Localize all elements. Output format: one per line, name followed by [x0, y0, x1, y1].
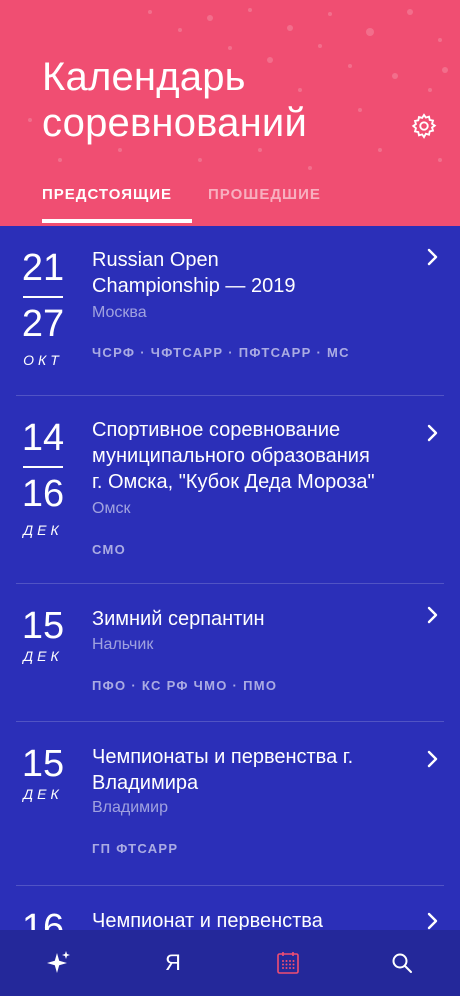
date-month: ОКТ: [23, 352, 63, 368]
page-title: Календарь соревнований: [42, 54, 307, 146]
event-city: Омск: [92, 500, 131, 517]
date-range-divider: [23, 296, 63, 298]
active-tab-indicator: [42, 219, 192, 223]
nav-featured[interactable]: [44, 948, 74, 978]
title-line-1: Календарь: [42, 55, 246, 99]
event-title-line: Чемпионаты и первенства г.: [92, 746, 354, 768]
bottom-nav: Я: [0, 930, 460, 996]
event-tags: ГП ФТСАРР: [92, 841, 179, 856]
header: Календарь соревнований ПРЕДСТОЯЩИЕ ПРОШЕ…: [0, 0, 460, 226]
event-tags: СМО: [92, 542, 127, 557]
title-line-2: соревнований: [42, 101, 307, 145]
chevron-right-icon[interactable]: [426, 912, 440, 930]
chevron-right-icon[interactable]: [426, 248, 440, 266]
event-title-line: г. Омска, "Кубок Деда Мороза": [92, 471, 375, 493]
event-title-line: Зимний серпантин: [92, 608, 265, 630]
date-range-divider: [23, 466, 63, 468]
event-date: 15 ДЕК: [18, 606, 68, 664]
event-title: Russian Open Championship — 2019: [92, 247, 412, 299]
date-month: ДЕК: [23, 786, 63, 802]
event-title-line: муниципального образования: [92, 445, 370, 467]
event-city: Нальчик: [92, 636, 154, 653]
nav-calendar[interactable]: [273, 948, 303, 978]
date-start: 15: [21, 743, 65, 785]
tab-upcoming[interactable]: ПРЕДСТОЯЩИЕ: [42, 186, 172, 203]
event-title-line: Владимира: [92, 772, 199, 794]
sparkle-icon: [47, 951, 70, 973]
event-date: 21 27 ОКТ: [18, 248, 68, 368]
event-title: Чемпионат и первенства: [92, 908, 412, 930]
event-title-line: Чемпионат и первенства: [92, 910, 323, 930]
nav-search[interactable]: [387, 948, 417, 978]
date-end: 16: [21, 473, 65, 515]
nav-profile[interactable]: Я: [158, 948, 188, 978]
date-end: 27: [21, 303, 65, 345]
event-tags: ЧСРФ · ЧФТСАРР · ПФТСАРР · МС: [92, 345, 350, 360]
date-start: 16: [21, 907, 65, 930]
date-start: 21: [21, 247, 65, 289]
gear-icon[interactable]: [410, 112, 438, 140]
event-card[interactable]: 15 ДЕК Чемпионаты и первенства г. Владим…: [0, 722, 460, 885]
event-date: 15 ДЕК: [18, 744, 68, 802]
event-card[interactable]: 15 ДЕК Зимний серпантин Нальчик ПФО · КС…: [0, 584, 460, 721]
date-start: 15: [21, 605, 65, 647]
event-city: Владимир: [92, 799, 169, 816]
event-city: Москва: [92, 304, 147, 321]
event-tags: ПФО · КС РФ ЧМО · ПМО: [92, 678, 278, 693]
event-title: Чемпионаты и первенства г. Владимира: [92, 744, 412, 796]
tab-past[interactable]: ПРОШЕДШИЕ: [208, 186, 321, 203]
chevron-right-icon[interactable]: [426, 424, 440, 442]
event-title-line: Спортивное соревнование: [92, 419, 341, 441]
event-card[interactable]: 16 Чемпионат и первенства: [0, 886, 460, 930]
date-start: 14: [21, 417, 65, 459]
event-date: 14 16 ДЕК: [18, 418, 68, 538]
chevron-right-icon[interactable]: [426, 606, 440, 624]
nav-profile-label: Я: [165, 950, 181, 975]
event-title: Спортивное соревнование муниципального о…: [92, 417, 412, 495]
date-month: ДЕК: [23, 648, 63, 664]
event-title-line: Championship — 2019: [92, 275, 296, 297]
calendar-icon: [277, 952, 299, 974]
event-title: Зимний серпантин: [92, 606, 412, 632]
date-month: ДЕК: [23, 522, 63, 538]
chevron-right-icon[interactable]: [426, 750, 440, 768]
event-card[interactable]: 21 27 ОКТ Russian Open Championship — 20…: [0, 226, 460, 396]
event-title-line: Russian Open: [92, 249, 219, 271]
event-card[interactable]: 14 16 ДЕК Спортивное соревнование муници…: [0, 396, 460, 584]
search-icon: [392, 953, 412, 973]
event-list: 21 27 ОКТ Russian Open Championship — 20…: [0, 226, 460, 930]
event-date: 16: [18, 908, 68, 930]
